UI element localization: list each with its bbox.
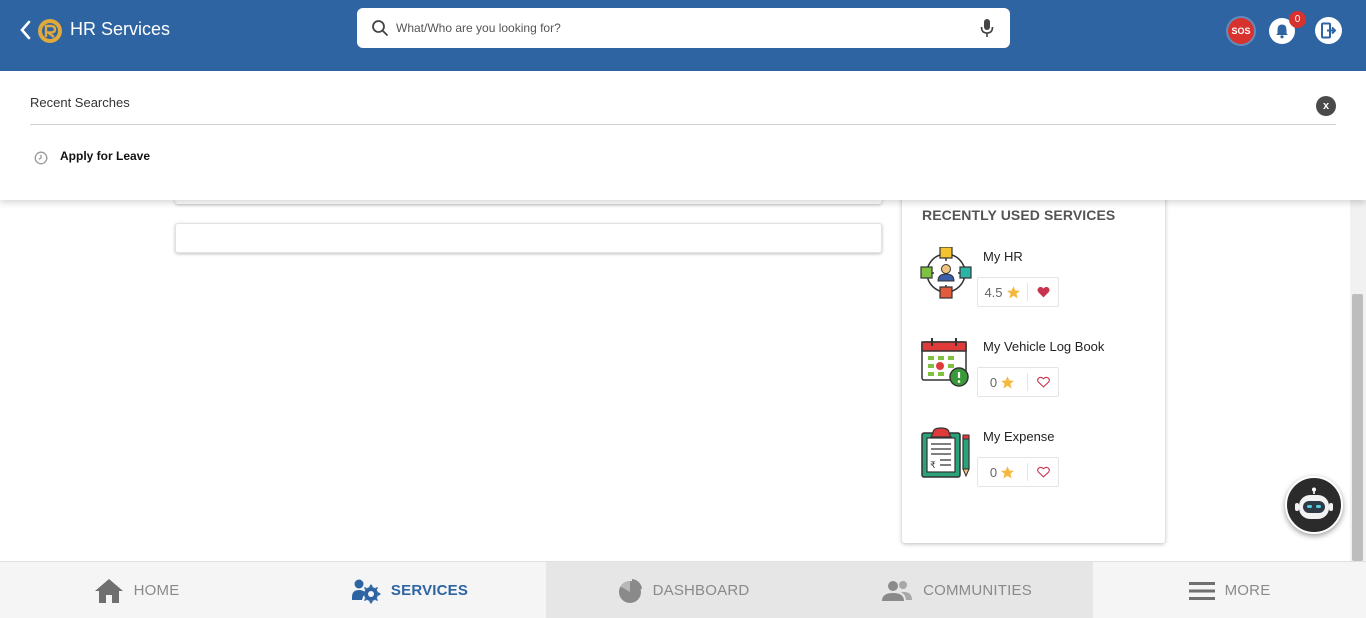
tab-services[interactable]: SERVICES bbox=[273, 562, 546, 618]
heart-outline-icon bbox=[1036, 376, 1050, 388]
rating-value: 0 bbox=[989, 374, 998, 390]
rating-value-group: 0 bbox=[978, 373, 1028, 391]
tab-home[interactable]: HOME bbox=[0, 562, 273, 618]
tab-dashboard[interactable]: DASHBOARD bbox=[546, 562, 820, 618]
service-name: My Vehicle Log Book bbox=[983, 339, 1105, 354]
home-icon bbox=[94, 578, 123, 603]
robot-icon bbox=[1295, 487, 1333, 519]
clock-icon bbox=[34, 151, 48, 164]
service-name: My HR bbox=[983, 249, 1023, 264]
recent-searches-dropdown: Recent Searches x Apply for Leave bbox=[0, 71, 1366, 200]
calendar-alert-icon bbox=[921, 338, 969, 387]
svg-text:₹: ₹ bbox=[930, 461, 936, 471]
logout-button[interactable] bbox=[1315, 17, 1342, 44]
star-icon bbox=[1001, 465, 1015, 478]
search-input[interactable] bbox=[396, 16, 956, 40]
recent-search-label: Apply for Leave bbox=[60, 149, 151, 163]
services-gear-icon bbox=[351, 579, 381, 604]
tab-services-label: SERVICES bbox=[390, 582, 469, 599]
content-card bbox=[175, 223, 882, 253]
page-title: HR Services bbox=[70, 19, 171, 39]
search-icon bbox=[372, 20, 388, 36]
rating-value-group: 0 bbox=[978, 463, 1028, 481]
close-recent-searches-button[interactable]: x bbox=[1316, 96, 1336, 116]
hr-network-icon bbox=[920, 247, 972, 299]
favorite-toggle[interactable] bbox=[1028, 376, 1058, 388]
tab-home-label: HOME bbox=[133, 582, 180, 599]
tab-communities[interactable]: COMMUNITIES bbox=[820, 562, 1093, 618]
divider bbox=[30, 124, 1336, 125]
heart-outline-icon bbox=[1036, 466, 1050, 478]
rating-value-group: 4.5 bbox=[978, 283, 1028, 301]
service-rating-box: 4.5 bbox=[977, 277, 1059, 307]
top-header: HR Services SOS 0 bbox=[0, 0, 1366, 71]
recent-search-item[interactable]: Apply for Leave bbox=[34, 147, 150, 165]
service-name: My Expense bbox=[983, 429, 1055, 444]
tab-communities-label: COMMUNITIES bbox=[923, 582, 1032, 599]
logout-icon bbox=[1321, 22, 1337, 39]
expense-clipboard-icon: ₹ bbox=[921, 427, 970, 478]
service-rating-box: 0 bbox=[977, 367, 1059, 397]
star-icon bbox=[1006, 285, 1020, 298]
people-icon bbox=[882, 580, 913, 601]
notification-count-badge: 0 bbox=[1289, 11, 1306, 28]
favorite-toggle[interactable] bbox=[1028, 466, 1058, 478]
bell-icon bbox=[1276, 24, 1288, 39]
hamburger-menu-icon bbox=[1188, 581, 1215, 600]
service-rating-box: 0 bbox=[977, 457, 1059, 487]
chatbot-button[interactable] bbox=[1285, 476, 1343, 534]
rating-value: 0 bbox=[989, 464, 998, 480]
pie-chart-icon bbox=[618, 578, 642, 603]
recent-searches-title: Recent Searches bbox=[30, 95, 130, 110]
tab-dashboard-label: DASHBOARD bbox=[652, 582, 750, 599]
favorite-toggle[interactable] bbox=[1028, 286, 1058, 298]
bottom-navigation: HOME SERVICES DASHBOARD COMMUNITIES MORE bbox=[0, 561, 1366, 618]
microphone-icon[interactable] bbox=[979, 18, 995, 38]
service-item-my-hr[interactable]: My HR 4.5 bbox=[920, 247, 1160, 317]
tab-more-label: MORE bbox=[1224, 582, 1271, 599]
star-icon bbox=[1001, 375, 1015, 388]
service-item-my-vehicle-log-book[interactable]: My Vehicle Log Book 0 bbox=[920, 337, 1160, 407]
heart-filled-icon bbox=[1036, 286, 1050, 298]
service-item-my-expense[interactable]: ₹ My Expense 0 bbox=[920, 427, 1160, 497]
tab-more[interactable]: MORE bbox=[1093, 562, 1366, 618]
scrollbar-thumb[interactable] bbox=[1352, 294, 1363, 561]
sos-button[interactable]: SOS bbox=[1228, 18, 1254, 44]
chevron-left-icon bbox=[20, 20, 31, 40]
recently-used-services-panel: RECENTLY USED SERVICES My HR 4.5 My Vehi… bbox=[902, 180, 1165, 543]
rating-value: 4.5 bbox=[984, 284, 1003, 300]
company-logo-icon bbox=[38, 19, 62, 43]
back-button[interactable] bbox=[14, 16, 36, 44]
search-bar[interactable] bbox=[357, 8, 1010, 48]
recently-used-title: RECENTLY USED SERVICES bbox=[922, 207, 1116, 223]
